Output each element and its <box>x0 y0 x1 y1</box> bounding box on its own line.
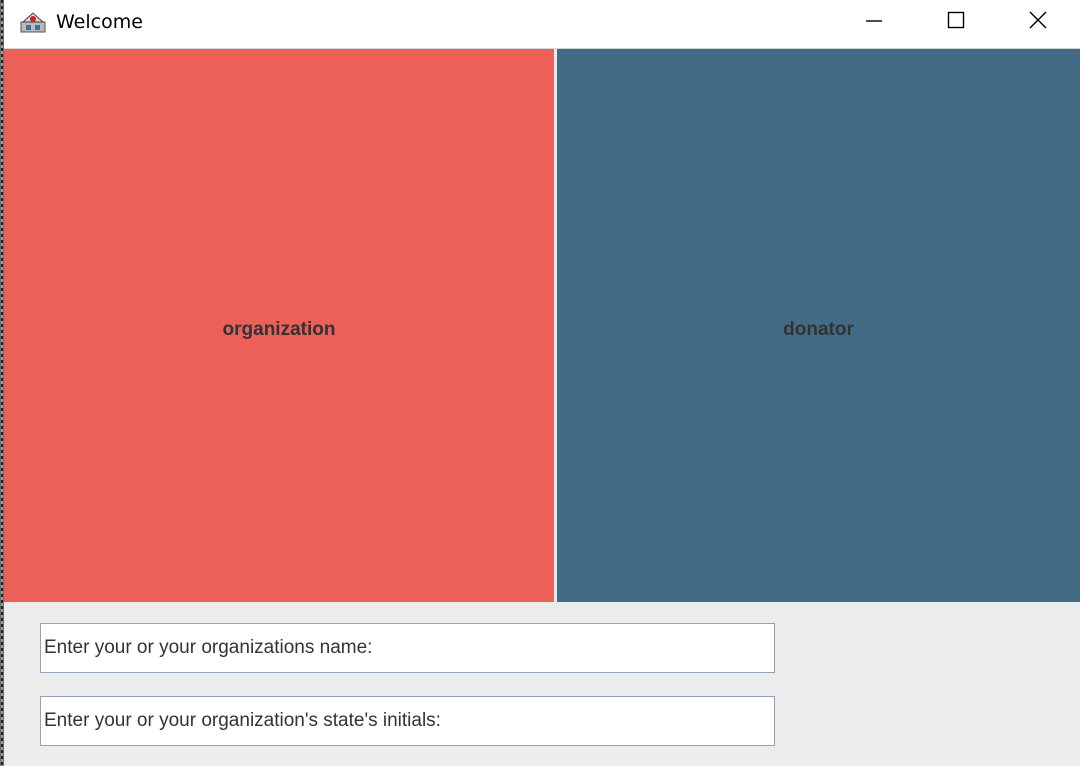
close-button[interactable] <box>1008 0 1068 44</box>
title-bar[interactable]: Welcome <box>4 0 1080 49</box>
java-app-icon <box>20 10 46 34</box>
maximize-button[interactable] <box>926 0 986 44</box>
organization-button[interactable]: organization <box>4 49 557 602</box>
donator-label: donator <box>783 318 854 340</box>
state-initials-field[interactable] <box>40 696 775 746</box>
organization-label: organization <box>222 318 336 340</box>
minimize-icon <box>865 11 883 34</box>
maximize-icon <box>947 11 965 34</box>
minimize-button[interactable] <box>844 0 904 44</box>
close-icon <box>1028 10 1048 35</box>
name-field[interactable] <box>40 623 775 673</box>
window-content: organization donator <box>4 49 1080 766</box>
donator-button[interactable]: donator <box>557 49 1080 602</box>
window-title: Welcome <box>56 11 143 33</box>
